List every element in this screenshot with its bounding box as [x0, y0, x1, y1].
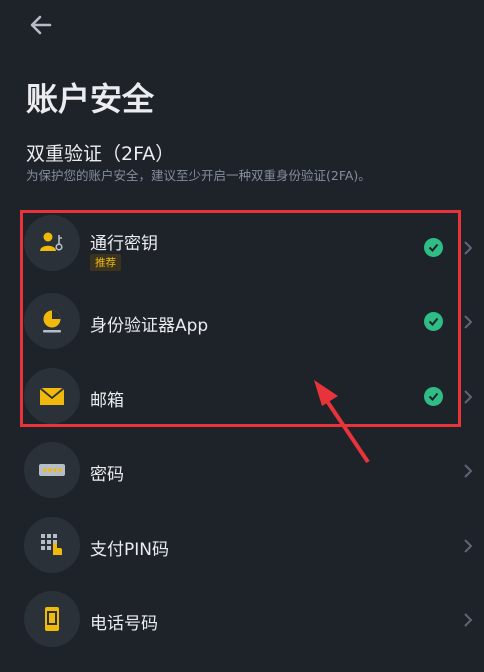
highlight-box	[20, 210, 461, 427]
chevron-right-icon	[464, 241, 473, 255]
chevron-right-icon	[464, 613, 473, 627]
section-2fa-title: 双重验证（2FA）	[26, 143, 175, 165]
pin-icon	[24, 517, 80, 573]
page-title: 账户安全	[26, 80, 155, 118]
security-item-label: 支付PIN码	[90, 540, 169, 560]
phone-icon	[24, 591, 80, 647]
chevron-right-icon	[464, 539, 473, 553]
security-item-password[interactable]: 密码	[0, 434, 484, 506]
security-item-label: 电话号码	[90, 614, 158, 634]
chevron-right-icon	[464, 390, 473, 404]
chevron-right-icon	[464, 315, 473, 329]
security-item-phone[interactable]: 电话号码	[0, 583, 484, 655]
security-item-label: 密码	[90, 465, 124, 485]
section-2fa-description: 为保护您的账户安全，建议至少开启一种双重身份验证(2FA)。	[26, 168, 371, 183]
chevron-right-icon	[464, 464, 473, 478]
password-icon	[24, 442, 80, 498]
security-item-payment-pin[interactable]: 支付PIN码	[0, 509, 484, 581]
annotation-arrow-icon	[314, 380, 370, 464]
back-arrow-icon[interactable]	[28, 12, 54, 38]
